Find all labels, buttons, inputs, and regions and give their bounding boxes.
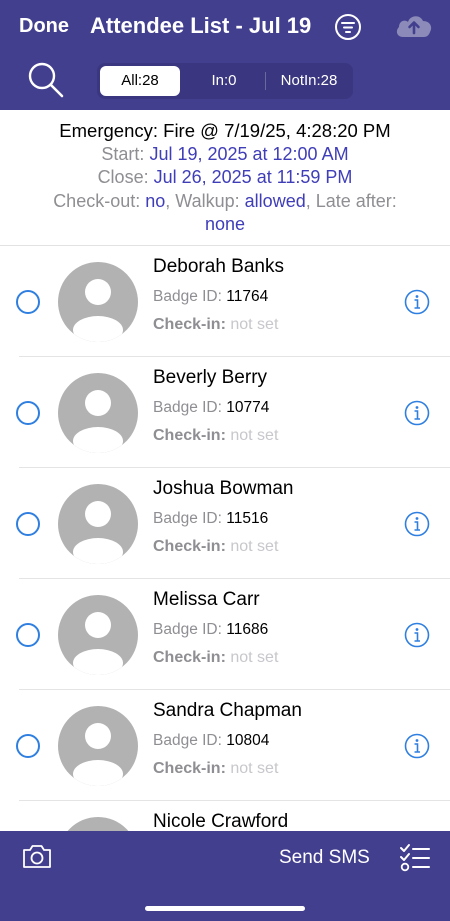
- event-title: Emergency: Fire @ 7/19/25, 4:28:20 PM: [59, 120, 391, 141]
- event-late-value-line: none: [0, 213, 450, 237]
- event-options: Check-out: no, Walkup: allowed, Late aft…: [53, 190, 397, 211]
- select-radio[interactable]: [16, 512, 40, 536]
- checkin-status: Check-in: not set: [153, 649, 279, 666]
- filter-icon[interactable]: [334, 13, 362, 41]
- list-item[interactable]: Deborah Banks Badge ID: 11764 Check-in: …: [0, 246, 450, 357]
- list-item[interactable]: Nicole Crawford: [0, 801, 450, 831]
- select-radio[interactable]: [16, 290, 40, 314]
- select-radio[interactable]: [16, 401, 40, 425]
- checkin-status: Check-in: not set: [153, 427, 279, 444]
- page-title: Attendee List - Jul 19: [90, 13, 312, 38]
- person-placeholder-icon: [73, 390, 123, 453]
- walkup-value[interactable]: allowed: [245, 191, 306, 211]
- attendee-name: Joshua Bowman: [153, 478, 294, 499]
- avatar: [58, 706, 138, 786]
- send-sms-button[interactable]: Send SMS: [279, 847, 370, 869]
- badge-id: Badge ID: 11764: [153, 288, 269, 305]
- checkout-label: Check-out:: [53, 190, 141, 211]
- person-placeholder-icon: [73, 501, 123, 564]
- badge-id: Badge ID: 11686: [153, 621, 269, 638]
- person-placeholder-icon: [58, 817, 138, 831]
- attendee-name: Deborah Banks: [153, 256, 284, 277]
- info-icon[interactable]: [404, 622, 430, 648]
- list-item[interactable]: Joshua Bowman Badge ID: 11516 Check-in: …: [0, 468, 450, 579]
- event-info-panel: Emergency: Fire @ 7/19/25, 4:28:20 PM St…: [0, 110, 450, 246]
- checklist-icon[interactable]: [399, 842, 431, 872]
- avatar: [58, 595, 138, 675]
- attendee-name: Nicole Crawford: [153, 811, 289, 831]
- checkout-value[interactable]: no: [145, 191, 165, 211]
- event-close: Close: Jul 26, 2025 at 11:59 PM: [0, 166, 450, 190]
- info-icon[interactable]: [404, 511, 430, 537]
- avatar: [58, 262, 138, 342]
- badge-id: Badge ID: 10774: [153, 399, 270, 416]
- checkin-status: Check-in: not set: [153, 538, 279, 555]
- badge-id: Badge ID: 11516: [153, 510, 269, 527]
- attendee-name: Melissa Carr: [153, 589, 260, 610]
- avatar: [58, 817, 138, 831]
- list-item[interactable]: Sandra Chapman Badge ID: 10804 Check-in:…: [0, 690, 450, 801]
- person-placeholder-icon: [73, 723, 123, 786]
- close-label: Close:: [97, 167, 149, 187]
- attendee-name: Sandra Chapman: [153, 700, 302, 721]
- walkup-label: Walkup:: [175, 190, 240, 211]
- start-value[interactable]: Jul 19, 2025 at 12:00 AM: [149, 144, 348, 164]
- attendance-filter-segmented-control: All:28 In:0 NotIn:28: [97, 63, 353, 99]
- segment-not-in[interactable]: NotIn:28: [268, 66, 350, 96]
- avatar: [58, 484, 138, 564]
- home-indicator: [145, 906, 305, 911]
- start-label: Start:: [101, 143, 145, 164]
- done-button[interactable]: Done: [19, 15, 69, 38]
- event-start: Start: Jul 19, 2025 at 12:00 AM: [0, 143, 450, 167]
- segment-divider: [265, 72, 266, 90]
- attendee-name: Beverly Berry: [153, 367, 268, 388]
- avatar: [58, 373, 138, 453]
- info-icon[interactable]: [404, 400, 430, 426]
- segment-all[interactable]: All:28: [100, 66, 180, 96]
- top-navigation-bar: Done Attendee List - Jul 19 All:28 In:0 …: [0, 0, 450, 110]
- info-icon[interactable]: [404, 733, 430, 759]
- late-after-label: Late after:: [315, 190, 397, 211]
- select-radio[interactable]: [16, 734, 40, 758]
- late-after-value[interactable]: none: [205, 214, 245, 234]
- cloud-upload-icon[interactable]: [394, 11, 434, 41]
- person-placeholder-icon: [73, 279, 123, 342]
- segment-in[interactable]: In:0: [183, 66, 265, 96]
- checkin-status: Check-in: not set: [153, 316, 279, 333]
- info-icon[interactable]: [404, 289, 430, 315]
- list-item[interactable]: Beverly Berry Badge ID: 10774 Check-in: …: [0, 357, 450, 468]
- select-radio[interactable]: [16, 623, 40, 647]
- camera-icon[interactable]: [21, 842, 53, 870]
- badge-id: Badge ID: 10804: [153, 732, 270, 749]
- person-placeholder-icon: [73, 612, 123, 675]
- close-value[interactable]: Jul 26, 2025 at 11:59 PM: [154, 167, 353, 187]
- bottom-toolbar: Send SMS: [0, 831, 450, 921]
- search-icon[interactable]: [27, 61, 65, 99]
- list-item[interactable]: Melissa Carr Badge ID: 11686 Check-in: n…: [0, 579, 450, 690]
- checkin-status: Check-in: not set: [153, 760, 279, 777]
